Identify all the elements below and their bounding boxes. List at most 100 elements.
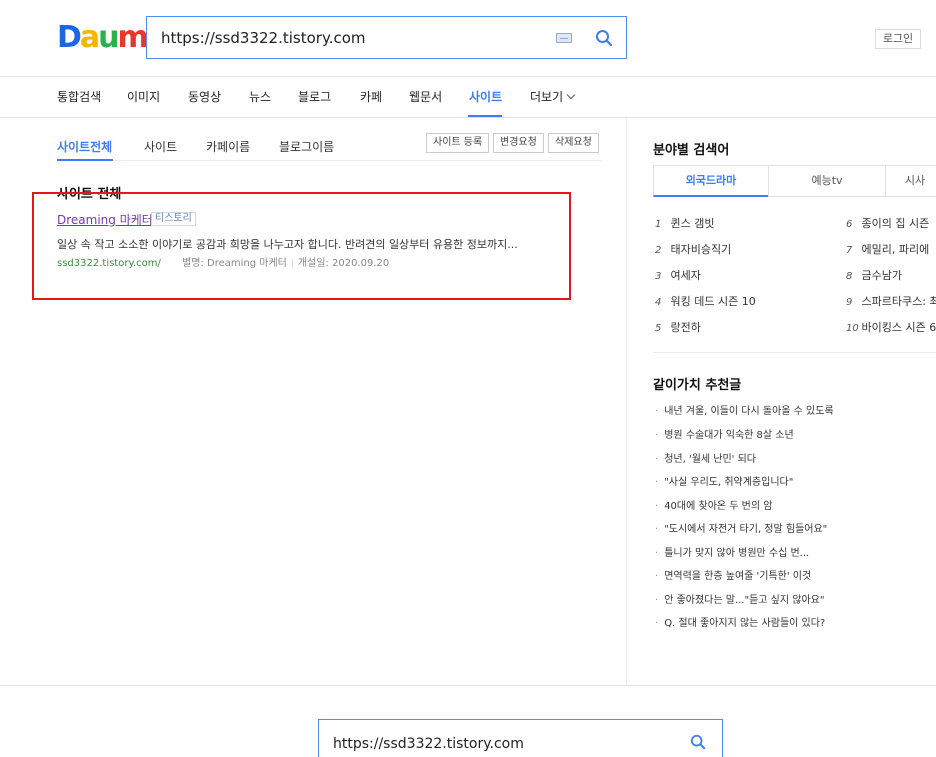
bullet-icon: ·: [655, 524, 659, 535]
bullet-icon: ·: [655, 618, 659, 629]
bottom-search-box: [318, 719, 723, 757]
divider: [653, 352, 936, 353]
rank-label: 스파르타쿠스: 최: [861, 295, 936, 308]
ranking-item[interactable]: 10 바이킹스 시즌 6: [846, 319, 936, 335]
tab-foreign-drama[interactable]: 외국드라마: [653, 165, 769, 197]
nav-item-cafe[interactable]: 카페: [360, 88, 382, 105]
rank-number: 3: [655, 271, 662, 282]
change-request-button[interactable]: 변경요청: [493, 133, 544, 153]
recommend-text: 면역력을 한층 높여줄 '기특한' 이것: [664, 571, 812, 582]
ranking-item[interactable]: 3 여세자: [655, 267, 701, 283]
rank-number: 1: [655, 219, 662, 230]
recommend-item[interactable]: · 안 좋아졌다는 말..."듣고 싶지 않아요": [655, 591, 824, 606]
bullet-icon: ·: [655, 501, 659, 512]
recommend-item[interactable]: · "도시에서 자전거 타기, 정말 힘들어요": [655, 520, 827, 535]
recommend-text: 병원 수술대가 익숙한 8살 소년: [664, 430, 794, 441]
rank-label: 금수남가: [861, 269, 902, 282]
ranking-item[interactable]: 8 금수남가: [846, 267, 902, 283]
rank-number: 10: [846, 323, 859, 334]
category-tabs: 외국드라마 예능tv 시사: [653, 165, 936, 197]
recommend-item[interactable]: · 면역력을 한층 높여줄 '기특한' 이것: [655, 567, 811, 582]
keyboard-icon[interactable]: [556, 33, 572, 43]
nav-more-label: 더보기: [530, 90, 564, 104]
recommend-item[interactable]: · 40대에 찾아온 두 번의 암: [655, 497, 772, 512]
bullet-icon: ·: [655, 548, 659, 559]
logo-letter: a: [79, 20, 100, 55]
rank-number: 7: [846, 245, 853, 256]
recommend-text: "도시에서 자전거 타기, 정말 힘들어요": [664, 524, 828, 535]
rank-number: 9: [846, 297, 853, 308]
chevron-down-icon: [566, 90, 576, 100]
ranking-item[interactable]: 4 워킹 데드 시즌 10: [655, 293, 756, 309]
nav-item-image[interactable]: 이미지: [127, 88, 160, 105]
recommend-item[interactable]: · 내년 겨울, 이들이 다시 돌아올 수 있도록: [655, 402, 834, 417]
tab-cafe-name[interactable]: 카페이름: [206, 138, 250, 155]
login-button[interactable]: 로그인: [875, 29, 921, 49]
rank-number: 4: [655, 297, 662, 308]
highlight-box: [32, 192, 571, 300]
delete-request-button[interactable]: 삭제요청: [548, 133, 599, 153]
column-divider: [626, 118, 627, 686]
recommend-item[interactable]: · 병원 수술대가 익숙한 8살 소년: [655, 426, 794, 441]
nav-item-webdoc[interactable]: 웹문서: [409, 88, 442, 105]
recommend-text: 안 좋아졌다는 말..."듣고 싶지 않아요": [664, 595, 825, 606]
recommend-text: 청년, '월세 난민' 되다: [664, 454, 757, 465]
rank-label: 퀸스 갬빗: [670, 217, 715, 230]
rank-number: 2: [655, 245, 662, 256]
bullet-icon: ·: [655, 406, 659, 417]
nav-item-site[interactable]: 사이트: [469, 88, 502, 105]
header: D a u m 로그인: [0, 0, 936, 77]
recommend-text: 내년 겨울, 이들이 다시 돌아올 수 있도록: [664, 406, 834, 417]
rank-number: 6: [846, 219, 853, 230]
daum-logo[interactable]: D a u m: [57, 20, 149, 55]
bullet-icon: ·: [655, 430, 659, 441]
ranking-item[interactable]: 7 에밀리, 파리에: [846, 241, 929, 257]
recommend-title: 같이가치 추천글: [653, 378, 742, 393]
nav-item-news[interactable]: 뉴스: [249, 88, 271, 105]
search-icon[interactable]: [690, 734, 706, 750]
logo-letter: u: [98, 20, 119, 55]
category-keywords-title: 분야별 검색어: [653, 143, 730, 158]
nav-item-video[interactable]: 동영상: [188, 88, 221, 105]
footer-divider: [0, 685, 936, 686]
bullet-icon: ·: [655, 477, 659, 488]
tab-site-all[interactable]: 사이트전체: [57, 138, 112, 155]
rank-number: 5: [655, 323, 662, 334]
logo-letter: m: [117, 20, 149, 55]
main-nav: 통합검색 이미지 동영상 뉴스 블로그 카페 웹문서 사이트 더보기: [0, 77, 936, 118]
tab-current-affairs[interactable]: 시사: [885, 165, 936, 197]
subtab-active-indicator: [57, 159, 113, 161]
nav-item-blog[interactable]: 블로그: [298, 88, 331, 105]
nav-active-indicator: [468, 115, 502, 117]
tab-variety-tv[interactable]: 예능tv: [768, 165, 886, 197]
rank-label: 랑전하: [670, 321, 701, 334]
ranking-item[interactable]: 6 종이의 집 시즌: [846, 215, 929, 231]
bottom-search-input[interactable]: [333, 734, 673, 754]
bullet-icon: ·: [655, 454, 659, 465]
ranking-item[interactable]: 5 랑전하: [655, 319, 701, 335]
rank-label: 바이킹스 시즌 6: [861, 321, 936, 334]
recommend-item[interactable]: · 청년, '월세 난민' 되다: [655, 450, 756, 465]
nav-item-more[interactable]: 더보기: [530, 88, 576, 105]
search-icon[interactable]: [595, 29, 613, 47]
recommend-item[interactable]: · Q. 절대 좋아지지 않는 사람들이 있다?: [655, 614, 825, 629]
rank-label: 종이의 집 시즌: [861, 217, 930, 230]
recommend-item[interactable]: · 틀니가 맞지 않아 병원만 수십 번...: [655, 544, 809, 559]
bullet-icon: ·: [655, 571, 659, 582]
logo-letter: D: [57, 20, 82, 55]
ranking-item[interactable]: 9 스파르타쿠스: 최: [846, 293, 936, 309]
recommend-text: 틀니가 맞지 않아 병원만 수십 번...: [664, 548, 810, 559]
ranking-item[interactable]: 1 퀸스 갬빗: [655, 215, 714, 231]
recommend-item[interactable]: · "사실 우리도, 취약계층입니다": [655, 473, 793, 488]
rank-label: 태자비승직기: [670, 243, 732, 256]
tab-blog-name[interactable]: 블로그이름: [279, 138, 334, 155]
site-register-button[interactable]: 사이트 등록: [426, 133, 490, 153]
rank-label: 에밀리, 파리에: [861, 243, 930, 256]
nav-item-all[interactable]: 통합검색: [57, 88, 101, 105]
recommend-text: "사실 우리도, 취약계층입니다": [664, 477, 794, 488]
rank-number: 8: [846, 271, 853, 282]
tab-site[interactable]: 사이트: [144, 138, 177, 155]
ranking-item[interactable]: 2 태자비승직기: [655, 241, 731, 257]
recommend-text: 40대에 찾아온 두 번의 암: [664, 501, 773, 512]
search-input[interactable]: [161, 27, 541, 49]
